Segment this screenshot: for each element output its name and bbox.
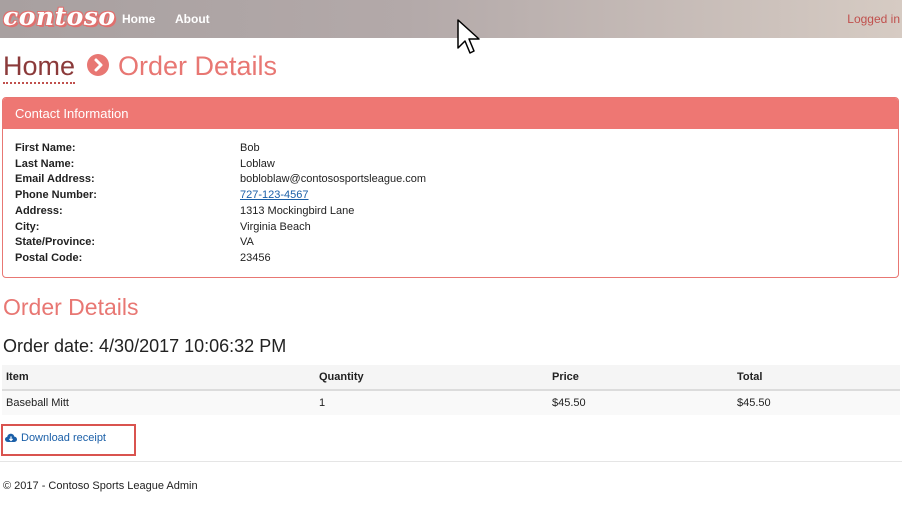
nav-link-home[interactable]: Home [122, 12, 155, 26]
order-items-table: Item Quantity Price Total Baseball Mitt … [2, 365, 900, 415]
cloud-download-icon [5, 433, 17, 443]
column-header-total: Total [733, 365, 900, 391]
footer-divider [0, 461, 902, 462]
footer-text: © 2017 - Contoso Sports League Admin [3, 480, 198, 492]
breadcrumb-home-link[interactable]: Home [3, 50, 76, 84]
field-label: First Name: [15, 142, 76, 154]
cell-item: Baseball Mitt [2, 390, 315, 415]
field-label: City: [15, 221, 40, 233]
column-header-quantity: Quantity [315, 365, 548, 391]
panel-heading: Contact Information [3, 98, 898, 129]
field-value: VA [240, 236, 254, 248]
table-header-row: Item Quantity Price Total [2, 365, 900, 391]
order-details-heading: Order Details [3, 294, 139, 320]
phone-link[interactable]: 727-123-4567 [240, 188, 309, 203]
field-value: 23456 [240, 252, 271, 264]
cell-price: $45.50 [548, 390, 733, 415]
brand-logo[interactable]: contoso [3, 2, 116, 31]
field-label: Postal Code: [15, 252, 83, 264]
field-label: State/Province: [15, 236, 96, 248]
field-label: Address: [15, 205, 63, 217]
user-status[interactable]: Logged in [847, 12, 900, 26]
field-value: Bob [240, 142, 260, 154]
cell-total: $45.50 [733, 390, 900, 415]
mouse-cursor-icon [457, 19, 480, 54]
chevron-right-circle-icon [87, 54, 109, 76]
download-receipt-highlight: Download receipt [1, 424, 136, 456]
top-navbar: contoso Home About Logged in [0, 0, 902, 38]
table-row: Baseball Mitt 1 $45.50 $45.50 [2, 390, 900, 415]
field-value: Loblaw [240, 158, 275, 170]
cell-quantity: 1 [315, 390, 548, 415]
field-label: Phone Number: [15, 189, 97, 201]
field-label: Email Address: [15, 173, 95, 185]
contact-info-panel: Contact Information First Name: Bob Last… [2, 97, 899, 278]
download-receipt-label: Download receipt [21, 432, 106, 444]
order-date: Order date: 4/30/2017 10:06:32 PM [3, 336, 287, 356]
field-value: 1313 Mockingbird Lane [240, 205, 355, 217]
field-label: Last Name: [15, 158, 75, 170]
column-header-item: Item [2, 365, 315, 391]
download-receipt-link[interactable]: Download receipt [5, 432, 106, 444]
column-header-price: Price [548, 365, 733, 391]
page-title: Order Details [118, 51, 278, 81]
field-value: bobloblaw@contososportsleague.com [240, 173, 427, 185]
nav-link-about[interactable]: About [175, 12, 210, 26]
field-value: Virginia Beach [240, 221, 311, 233]
